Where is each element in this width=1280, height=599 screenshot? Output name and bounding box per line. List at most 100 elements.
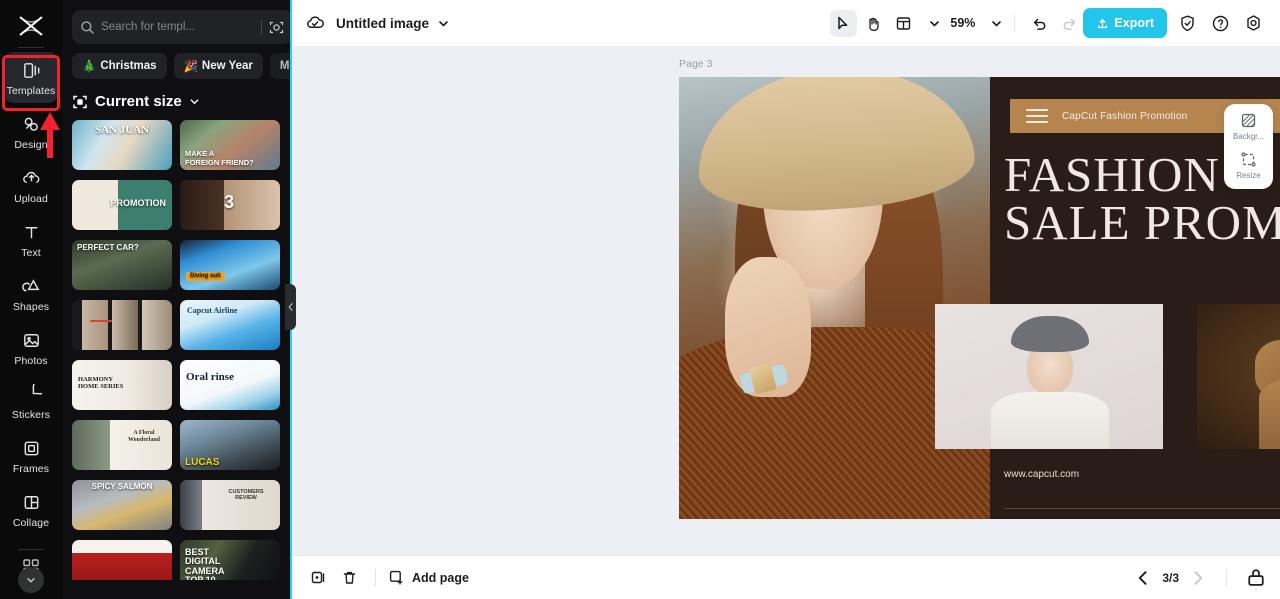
rail-divider-bottom xyxy=(18,549,44,550)
zoom-chevron-down-icon[interactable] xyxy=(990,17,1003,30)
sidebar-item-collage[interactable]: Collage xyxy=(4,484,58,535)
sidebar-item-stickers[interactable]: Stickers xyxy=(4,376,58,427)
upload-cloud-icon xyxy=(20,167,42,189)
sidebar-item-templates[interactable]: Templates xyxy=(4,52,58,103)
sunglass-coat xyxy=(1259,378,1280,449)
toolbar-divider xyxy=(1014,14,1016,32)
thumb-art xyxy=(72,420,172,470)
resize-tool[interactable]: Resize xyxy=(1227,151,1271,180)
design-artboard[interactable]: CapCut Fashion Promotion Promotion Sale … xyxy=(679,77,1280,519)
chevron-down-icon[interactable] xyxy=(437,17,450,30)
thumb-title: HARMONY HOME SERIES xyxy=(78,376,124,391)
select-tool-button[interactable] xyxy=(830,9,858,37)
top-toolbar: Untitled image 59% Export xyxy=(290,0,1280,47)
stickers-icon xyxy=(20,383,42,405)
duplicate-button[interactable] xyxy=(304,564,332,592)
document-title[interactable]: Untitled image xyxy=(336,16,429,31)
frames-icon xyxy=(20,437,42,459)
bottom-toolbar: Add page 3/3 xyxy=(290,555,1280,599)
chip-more[interactable]: Mo xyxy=(269,53,290,79)
templates-icon xyxy=(20,59,42,81)
template-card[interactable]: MAKE A FOREIGN FRIEND? xyxy=(180,120,280,170)
hand-tool-button[interactable] xyxy=(860,10,887,37)
design-website[interactable]: www.capcut.com xyxy=(1004,469,1079,480)
search-divider xyxy=(261,19,262,35)
template-card[interactable]: SPICY SALMON xyxy=(72,480,172,530)
current-size-selector[interactable]: Current size xyxy=(62,79,290,110)
design-brand-text: CapCut Fashion Promotion xyxy=(1062,110,1188,122)
template-card[interactable]: PROMOTION xyxy=(72,180,172,230)
layout-chevron-down-icon[interactable] xyxy=(928,17,941,30)
thumb-art xyxy=(180,240,280,290)
delete-button[interactable] xyxy=(335,564,363,592)
sidebar-item-design[interactable]: Design xyxy=(4,106,58,157)
page-header-row: Page 3 xyxy=(679,56,1280,72)
present-button[interactable] xyxy=(1246,568,1266,588)
template-card[interactable] xyxy=(72,540,172,580)
chip-label: Christmas xyxy=(100,60,157,72)
settings-gear-icon[interactable] xyxy=(1240,10,1266,36)
sidebar-label: Collage xyxy=(12,517,50,529)
search-input[interactable] xyxy=(101,21,255,33)
sidebar-item-photos[interactable]: Photos xyxy=(4,322,58,373)
hamburger-menu-icon[interactable] xyxy=(1026,109,1048,123)
undo-button[interactable] xyxy=(1026,10,1053,37)
shapes-icon xyxy=(20,275,42,297)
collapse-panel-handle[interactable] xyxy=(285,284,296,330)
thumb-title: PERFECT CAR? xyxy=(77,243,139,252)
hero-photo-woman-hat[interactable] xyxy=(679,77,990,519)
template-card[interactable]: 3 xyxy=(180,180,280,230)
thumb-title: A Floral Wonderland xyxy=(127,430,160,443)
template-card[interactable]: PERFECT CAR? xyxy=(72,240,172,290)
zoom-level-value[interactable]: 59% xyxy=(950,16,975,30)
photos-image-icon xyxy=(20,329,42,351)
thumb-art xyxy=(72,540,172,580)
sidebar-item-upload[interactable]: Upload xyxy=(4,160,58,211)
background-tool[interactable]: Backgr... xyxy=(1227,112,1271,141)
template-card[interactable]: Diving suit xyxy=(180,240,280,290)
sidebar-item-frames[interactable]: Frames xyxy=(4,430,58,481)
sidebar-item-text[interactable]: Text xyxy=(4,214,58,265)
bottom-divider xyxy=(375,569,376,586)
filter-chips: 🎄 Christmas 🎉 New Year Mo xyxy=(62,44,290,79)
floating-tools-card: Backgr... Resize xyxy=(1224,104,1273,189)
page-count: 3/3 xyxy=(1162,570,1179,585)
photo-woman-sunglasses[interactable] xyxy=(1197,304,1280,449)
export-button[interactable]: Export xyxy=(1083,8,1167,38)
beret-body xyxy=(991,392,1109,449)
next-page-button[interactable] xyxy=(1189,569,1207,587)
capcut-logo-icon[interactable] xyxy=(14,12,48,40)
template-card[interactable]: Capcut Airline xyxy=(180,300,280,350)
layout-tool-button[interactable] xyxy=(890,10,917,37)
expand-rail-button[interactable] xyxy=(18,567,44,593)
add-page-icon xyxy=(388,564,405,592)
search-box[interactable] xyxy=(72,10,290,44)
sidebar-item-shapes[interactable]: Shapes xyxy=(4,268,58,319)
chip-label: New Year xyxy=(201,60,253,72)
add-page-button[interactable]: Add page xyxy=(388,564,469,592)
text-t-icon xyxy=(20,221,42,243)
image-search-icon[interactable] xyxy=(268,19,285,36)
prev-page-button[interactable] xyxy=(1134,569,1152,587)
chip-emoji: 🎄 xyxy=(82,61,97,73)
photo-woman-beret[interactable] xyxy=(935,304,1163,449)
template-card[interactable]: CUSTOMERS REVIEW xyxy=(180,480,280,530)
template-card[interactable]: SAN JUAN xyxy=(72,120,172,170)
background-icon xyxy=(1241,113,1256,128)
help-question-icon[interactable] xyxy=(1207,10,1233,36)
sidebar-label: Stickers xyxy=(11,409,51,421)
hero-hat xyxy=(692,77,978,219)
collage-icon xyxy=(20,491,42,513)
thumb-title: MAKE A FOREIGN FRIEND? xyxy=(185,149,254,167)
template-card[interactable]: BEST DIGITAL CAMERA TOP 10 xyxy=(180,540,280,580)
template-card[interactable]: Oral rinse xyxy=(180,360,280,410)
chip-new-year[interactable]: 🎉 New Year xyxy=(173,53,263,79)
canvas-area[interactable]: Page 3 CapCut Fashion Promotion FASHION … xyxy=(290,47,1280,555)
template-card[interactable]: A Floral Wonderland xyxy=(72,420,172,470)
shield-check-icon[interactable] xyxy=(1174,10,1200,36)
chip-christmas[interactable]: 🎄 Christmas xyxy=(72,53,167,79)
redo-button[interactable] xyxy=(1056,10,1083,37)
template-card[interactable]: HARMONY HOME SERIES xyxy=(72,360,172,410)
template-card[interactable]: LUCAS xyxy=(180,420,280,470)
template-card[interactable] xyxy=(72,300,172,350)
